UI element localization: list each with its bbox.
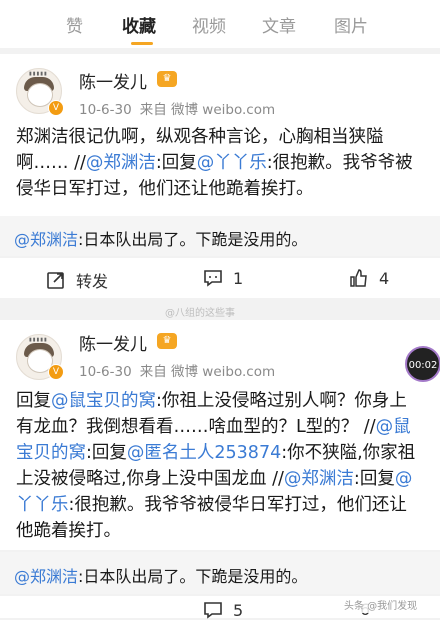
like-count: 4	[379, 268, 390, 288]
username[interactable]: 陈一发儿	[79, 330, 147, 355]
mention-link[interactable]: @郑渊洁	[284, 469, 354, 489]
quoted-text: :日本队出局了。下跪是没用的。	[78, 230, 308, 249]
comment-icon	[204, 602, 222, 619]
repost-icon	[47, 272, 64, 289]
post-date: 10-6-30	[79, 364, 132, 380]
post-body: 回复@鼠宝贝的窝:你祖上没侵略过别人啊？你身上有龙血？我倒想看看……啥血型的？L…	[16, 391, 416, 541]
post-date: 10-6-30	[79, 102, 132, 118]
tab-videos[interactable]: 视频	[192, 12, 226, 37]
tab-articles[interactable]: 文章	[262, 12, 296, 37]
action-bar: 转发 1 4	[0, 258, 440, 298]
post-source: 来自 微博 weibo.com	[139, 364, 276, 380]
tab-bar: 赞 收藏 视频 文章 图片	[0, 0, 440, 48]
like-button[interactable]: 4	[349, 268, 389, 288]
post-card[interactable]: ▮▮▮▮▮ V 陈一发儿 ♛ 10-6-30 来自 微博 weibo.com 郑渊…	[0, 54, 440, 216]
verified-badge-icon: V	[48, 100, 64, 116]
mention-link[interactable]: @丫丫乐	[197, 153, 267, 173]
post-source: 来自 微博 weibo.com	[139, 102, 276, 118]
verified-badge-icon: V	[48, 364, 64, 380]
mention-link[interactable]: @郑渊洁	[86, 153, 156, 173]
quoted-text: :日本队出局了。下跪是没用的。	[78, 567, 308, 586]
mention-link[interactable]: @郑渊洁	[14, 567, 78, 586]
tab-favorites[interactable]: 收藏	[122, 12, 156, 37]
tab-images[interactable]: 图片	[334, 12, 368, 37]
post-meta: 10-6-30 来自 微博 weibo.com	[79, 98, 283, 118]
timer-badge: 00:02	[405, 346, 440, 382]
quoted-post[interactable]: @郑渊洁:日本队出局了。下跪是没用的。	[0, 216, 440, 256]
vip-crown-icon: ♛	[157, 333, 177, 349]
post-card[interactable]: ▮▮▮▮▮ V 陈一发儿 ♛ 10-6-30 来自 微博 weibo.com 回复…	[0, 320, 440, 550]
comment-count: 1	[233, 268, 244, 288]
comment-icon	[204, 270, 222, 287]
footer-watermark: 头条 @我们发现	[340, 596, 422, 613]
tab-likes[interactable]: 赞	[66, 12, 83, 37]
post-meta: 10-6-30 来自 微博 weibo.com	[79, 360, 283, 380]
comment-count: 5	[233, 600, 244, 620]
watermark: @八组的这些事	[165, 308, 235, 319]
username[interactable]: 陈一发儿	[79, 68, 147, 93]
vip-crown-icon: ♛	[157, 71, 177, 87]
mention-link[interactable]: @郑渊洁	[14, 230, 78, 249]
repost-button[interactable]: 转发	[46, 268, 108, 292]
mention-link[interactable]: @鼠宝贝的窝	[51, 391, 156, 411]
comment-button[interactable]: 5	[203, 600, 243, 620]
comment-button[interactable]: 1	[203, 268, 243, 288]
mention-link[interactable]: @匿名土人253874	[127, 443, 281, 463]
quoted-post[interactable]: @郑渊洁:日本队出局了。下跪是没用的。	[0, 552, 440, 594]
post-body: 郑渊洁很记仇啊，纵观各种言论，心胸相当狭隘啊…… //@郑渊洁:回复@丫丫乐:很…	[16, 127, 413, 199]
active-tab-indicator	[131, 42, 153, 45]
thumbs-up-icon	[350, 269, 367, 287]
